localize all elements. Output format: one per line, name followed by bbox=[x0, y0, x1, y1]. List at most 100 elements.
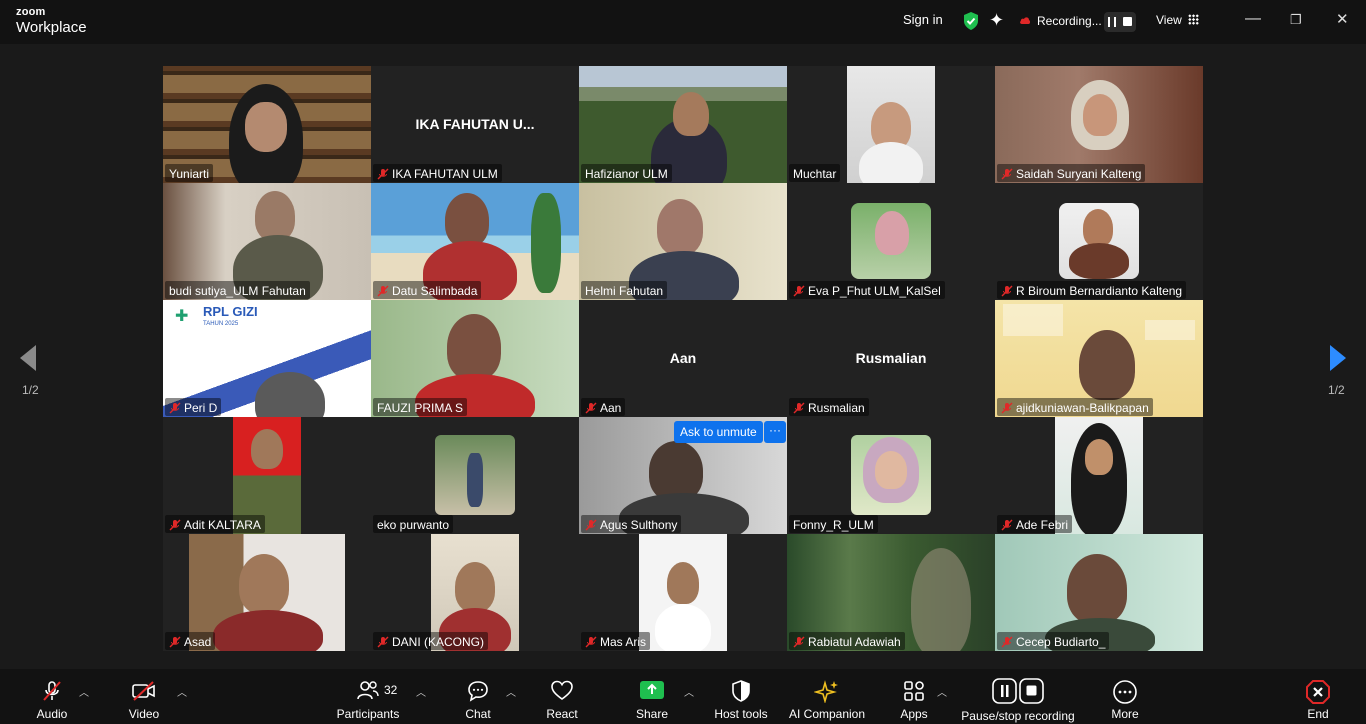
more-label: More bbox=[1111, 707, 1139, 721]
pause-recording-icon[interactable] bbox=[1108, 17, 1116, 27]
participant-tile[interactable]: Ade Febri bbox=[995, 417, 1203, 534]
sign-in-button[interactable]: Sign in bbox=[903, 12, 943, 27]
participant-tile[interactable]: IKA FAHUTAN U... IKA FAHUTAN ULM bbox=[371, 66, 579, 183]
participant-name: Yuniarti bbox=[165, 164, 214, 182]
muted-microphone-icon bbox=[1001, 285, 1013, 297]
participant-face bbox=[255, 191, 295, 241]
host-tools-button[interactable]: Host tools bbox=[708, 669, 774, 724]
ai-companion-button[interactable]: AI Companion bbox=[789, 669, 865, 724]
apps-options-chevron-icon[interactable]: ︿ bbox=[937, 684, 947, 699]
apps-button[interactable]: Apps bbox=[892, 669, 936, 724]
participant-tile[interactable]: DANI (KACONG) bbox=[371, 534, 579, 651]
participant-tile[interactable]: Cecep Budiarto_ bbox=[995, 534, 1203, 651]
pause-stop-recording-button[interactable]: Pause/stop recording bbox=[961, 669, 1075, 724]
next-page-icon[interactable] bbox=[1328, 344, 1348, 372]
participant-name: Hafizianor ULM bbox=[581, 164, 672, 182]
chat-options-chevron-icon[interactable]: ︿ bbox=[506, 684, 516, 699]
end-meeting-button[interactable]: End bbox=[1298, 669, 1338, 724]
page-indicator-left: 1/2 bbox=[22, 383, 39, 397]
participant-tile[interactable]: Yuniarti bbox=[163, 66, 371, 183]
audio-options-chevron-icon[interactable]: ︿ bbox=[79, 684, 89, 699]
chat-button[interactable]: Chat bbox=[456, 669, 500, 724]
participant-tile[interactable]: budi sutiya_ULM Fahutan bbox=[163, 183, 371, 300]
participant-face bbox=[1079, 330, 1135, 400]
participant-tile[interactable]: Mas Aris bbox=[579, 534, 787, 651]
participant-tile[interactable]: Adit KALTARA bbox=[163, 417, 371, 534]
ai-companion-sparkle-icon[interactable]: ✦ bbox=[989, 10, 1004, 31]
participant-tile[interactable]: Fonny_R_ULM bbox=[787, 417, 995, 534]
close-icon[interactable]: ✕ bbox=[1336, 10, 1349, 28]
participant-tile[interactable]: Ask to unmute ··· Agus Sulthony bbox=[579, 417, 787, 534]
cloud-recording-icon bbox=[1020, 17, 1031, 24]
muted-microphone-icon bbox=[169, 636, 181, 648]
pause-stop-recording-icon bbox=[992, 678, 1044, 704]
participant-name: eko purwanto bbox=[373, 515, 454, 533]
share-button[interactable]: Share bbox=[630, 669, 674, 724]
participant-name: Agus Sulthony bbox=[581, 515, 682, 533]
participant-face bbox=[1083, 209, 1113, 247]
muted-microphone-icon bbox=[1001, 168, 1013, 180]
react-button[interactable]: React bbox=[540, 669, 584, 724]
participant-name: FAUZI PRIMA S bbox=[373, 398, 468, 416]
title-bar: zoom Workplace Sign in ✦ Recording... Vi… bbox=[0, 0, 1366, 44]
participant-tile[interactable]: Rusmalian Rusmalian bbox=[787, 300, 995, 417]
encryption-shield-icon[interactable] bbox=[962, 11, 980, 31]
muted-microphone-icon bbox=[585, 519, 597, 531]
brand-top: zoom bbox=[16, 6, 46, 18]
audio-button[interactable]: Audio bbox=[28, 669, 76, 724]
participants-options-chevron-icon[interactable]: ︿ bbox=[416, 684, 426, 699]
grid-view-icon[interactable] bbox=[1188, 14, 1199, 25]
participant-tile[interactable]: Eva P_Fhut ULM_KalSel bbox=[787, 183, 995, 300]
participant-name: budi sutiya_ULM Fahutan bbox=[165, 281, 310, 299]
minimize-icon[interactable]: — bbox=[1245, 10, 1261, 28]
view-button[interactable]: View bbox=[1156, 13, 1182, 27]
muted-microphone-icon bbox=[585, 636, 597, 648]
participant-face bbox=[245, 102, 287, 152]
participant-tile[interactable]: ajidkuniawan-Balikpapan bbox=[995, 300, 1203, 417]
previous-page-icon[interactable] bbox=[18, 344, 38, 372]
participant-tile[interactable]: Aan Aan bbox=[579, 300, 787, 417]
participant-tile[interactable]: eko purwanto bbox=[371, 417, 579, 534]
participant-tile[interactable]: FAUZI PRIMA S bbox=[371, 300, 579, 417]
participant-name: Asad bbox=[165, 632, 216, 650]
end-meeting-icon bbox=[1306, 680, 1330, 704]
participant-tile[interactable]: ✚ RPL GIZI TAHUN 2025 Peri D bbox=[163, 300, 371, 417]
muted-microphone-icon bbox=[793, 402, 805, 414]
participant-face bbox=[251, 429, 283, 469]
participant-name: Rusmalian bbox=[789, 398, 869, 416]
share-options-chevron-icon[interactable]: ︿ bbox=[684, 684, 694, 699]
participant-tile[interactable]: Datu Salimbada bbox=[371, 183, 579, 300]
participant-tile[interactable]: Hafizianor ULM bbox=[579, 66, 787, 183]
video-options-chevron-icon[interactable]: ︿ bbox=[177, 684, 187, 699]
participant-name: R Biroum Bernardianto Kalteng bbox=[997, 281, 1187, 299]
participant-tile[interactable]: Helmi Fahutan bbox=[579, 183, 787, 300]
muted-microphone-icon bbox=[585, 402, 597, 414]
recording-status: Recording... bbox=[1037, 14, 1102, 28]
participant-silhouette bbox=[655, 604, 711, 651]
muted-microphone-icon bbox=[793, 285, 805, 297]
muted-microphone-icon bbox=[1001, 402, 1013, 414]
participant-name: Adit KALTARA bbox=[165, 515, 265, 533]
participant-tile[interactable]: R Biroum Bernardianto Kalteng bbox=[995, 183, 1203, 300]
participant-name: Peri D bbox=[165, 398, 222, 416]
participant-tile[interactable]: Rabiatul Adawiah bbox=[787, 534, 995, 651]
virtual-background-text-block bbox=[1003, 304, 1063, 336]
participant-tile[interactable]: Muchtar bbox=[787, 66, 995, 183]
participant-hijab bbox=[875, 211, 909, 255]
participant-tile[interactable]: Asad bbox=[163, 534, 371, 651]
stop-recording-icon[interactable] bbox=[1123, 17, 1132, 26]
restore-icon[interactable]: ❐ bbox=[1290, 12, 1302, 28]
recording-controls[interactable] bbox=[1104, 12, 1136, 32]
participant-name: Helmi Fahutan bbox=[581, 281, 668, 299]
video-button[interactable]: Video bbox=[120, 669, 168, 724]
tile-more-options-button[interactable]: ··· bbox=[764, 421, 786, 443]
participant-face bbox=[1085, 439, 1113, 475]
muted-microphone-icon bbox=[1001, 519, 1013, 531]
ask-to-unmute-button[interactable]: Ask to unmute bbox=[674, 421, 763, 443]
ai-companion-sparkle-icon bbox=[814, 680, 838, 703]
chat-label: Chat bbox=[465, 707, 491, 721]
participant-tile[interactable]: Saidah Suryani Kalteng bbox=[995, 66, 1203, 183]
participant-name: Datu Salimbada bbox=[373, 281, 482, 299]
participant-name: Mas Aris bbox=[581, 632, 651, 650]
more-button[interactable]: More bbox=[1104, 669, 1146, 724]
